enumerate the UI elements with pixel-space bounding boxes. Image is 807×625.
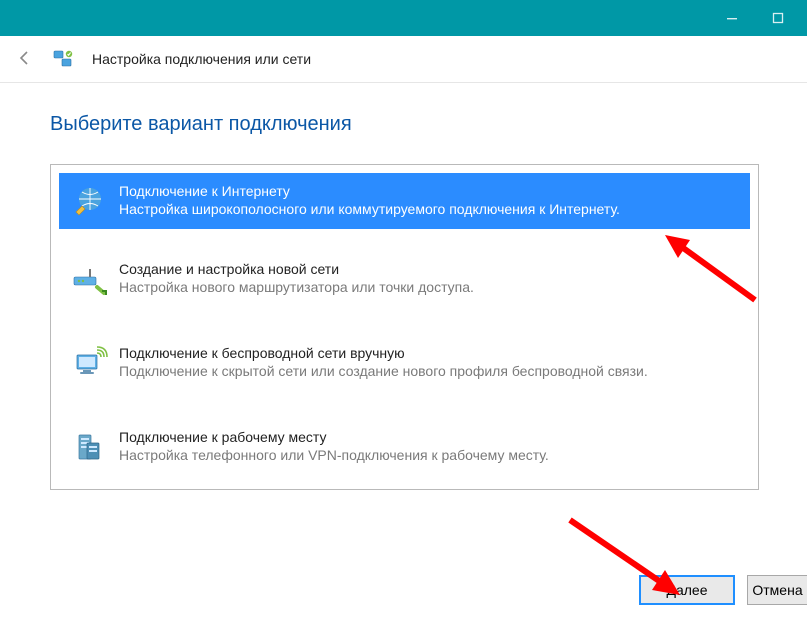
option-connect-internet[interactable]: Подключение к Интернету Настройка широко… (59, 173, 750, 229)
option-desc: Настройка широкополосного или коммутируе… (119, 200, 620, 219)
option-title: Подключение к Интернету (119, 182, 620, 200)
option-desc: Настройка нового маршрутизатора или точк… (119, 278, 474, 297)
server-icon (69, 427, 109, 467)
cancel-button-label: Отмена (752, 582, 802, 598)
cancel-button[interactable]: Отмена (747, 575, 807, 605)
minimize-button[interactable] (709, 0, 755, 36)
globe-icon (69, 181, 109, 221)
wireless-pc-icon (69, 343, 109, 383)
wizard-footer: Далее Отмена (639, 575, 807, 605)
wizard-content: Выберите вариант подключения Подключение… (0, 83, 807, 510)
network-setup-icon (52, 48, 74, 70)
next-button-label: Далее (666, 582, 707, 598)
page-heading: Выберите вариант подключения (50, 113, 759, 136)
option-workplace[interactable]: Подключение к рабочему месту Настройка т… (59, 417, 750, 477)
option-title: Подключение к беспроводной сети вручную (119, 344, 648, 362)
option-desc: Подключение к скрытой сети или создание … (119, 362, 648, 381)
option-manual-wireless[interactable]: Подключение к беспроводной сети вручную … (59, 333, 750, 397)
next-button[interactable]: Далее (639, 575, 735, 605)
option-create-network[interactable]: Создание и настройка новой сети Настройк… (59, 249, 750, 313)
wizard-header: Настройка подключения или сети (0, 36, 807, 82)
back-arrow-icon[interactable] (16, 49, 34, 70)
maximize-button[interactable] (755, 0, 801, 36)
connection-options-list: Подключение к Интернету Настройка широко… (50, 164, 759, 490)
option-desc: Настройка телефонного или VPN-подключени… (119, 446, 549, 465)
router-icon (69, 259, 109, 299)
wizard-title: Настройка подключения или сети (92, 51, 311, 67)
titlebar (0, 0, 807, 36)
option-title: Подключение к рабочему месту (119, 428, 549, 446)
option-title: Создание и настройка новой сети (119, 260, 474, 278)
